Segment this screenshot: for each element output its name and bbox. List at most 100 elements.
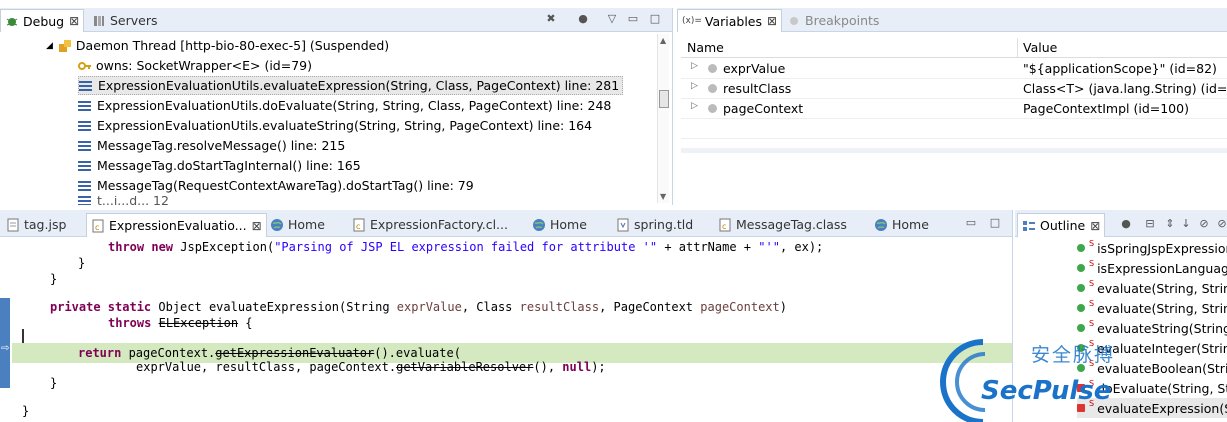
debug-scrollbar[interactable]: ▲ ▼: [657, 34, 669, 203]
expand-icon[interactable]: ▷: [691, 61, 698, 71]
variable-row[interactable]: ▷ exprValue "${applicationScope}" (id=82…: [681, 59, 1227, 79]
tab-outline[interactable]: Outline ⊠: [1017, 213, 1106, 237]
tab-message-tag[interactable]: c MessageTag.class: [714, 213, 851, 236]
outline-item-label: evaluate(String, String: [1097, 280, 1227, 296]
maximize-icon[interactable]: □: [648, 13, 662, 25]
stack-frame-label: ExpressionEvaluationUtils.evaluateString…: [97, 118, 593, 133]
secpulse-watermark: 安全脉搏 SecPulse: [935, 338, 1135, 422]
debug-bug-icon: [5, 14, 19, 28]
close-icon[interactable]: ⊠: [69, 14, 79, 28]
code-text: + attrName +: [657, 240, 759, 254]
jsp-file-icon: [6, 218, 20, 232]
view-dropdown-icon[interactable]: ▽: [605, 13, 619, 25]
stack-frame[interactable]: ExpressionEvaluationUtils.evaluateString…: [78, 116, 592, 135]
link-icon[interactable]: ⇕: [1163, 218, 1177, 230]
code-line: }: [0, 269, 1012, 289]
variable-name: resultClass: [723, 81, 792, 96]
public-method-icon: [1077, 304, 1085, 312]
tab-servers[interactable]: Servers: [88, 9, 162, 32]
stack-frame[interactable]: ExpressionEvaluationUtils.doEvaluate(Str…: [78, 96, 611, 115]
variables-view: (x)= Variables ⊠ Breakpoints Name Value …: [677, 8, 1227, 205]
code-text: , PageContext: [599, 300, 701, 314]
sort-icon[interactable]: ↓: [1179, 218, 1193, 230]
maximize-icon[interactable]: □: [988, 217, 1002, 229]
variables-detail-divider[interactable]: [681, 148, 1227, 153]
remove-terminated-icon[interactable]: ✖: [544, 13, 558, 25]
code-deprecated: ELException: [158, 316, 239, 330]
tab-expression-factory[interactable]: c ExpressionFactory.cl...: [348, 213, 512, 236]
outline-item[interactable]: Sevaluate(String, String: [1077, 278, 1227, 298]
variable-value: PageContextImpl (id=100): [1023, 101, 1189, 116]
tab-servers-label: Servers: [110, 13, 158, 28]
expand-icon[interactable]: ▷: [691, 101, 698, 111]
variables-header: Name Value: [681, 38, 1227, 58]
expand-icon[interactable]: ◢: [46, 41, 53, 51]
code-text: }: [22, 404, 30, 418]
minimize-icon[interactable]: ▭: [964, 217, 978, 229]
minimize-icon[interactable]: ▭: [626, 13, 640, 25]
stack-frame-partial[interactable]: t...i...d... 12: [78, 196, 169, 205]
stack-frame[interactable]: MessageTag.resolveMessage() line: 215: [78, 136, 345, 155]
owns-row[interactable]: owns: SocketWrapper<E> (id=79): [78, 56, 312, 75]
tab-tag-jsp[interactable]: tag.jsp: [2, 213, 70, 236]
public-method-icon: [1077, 284, 1085, 292]
tab-home[interactable]: Home: [266, 213, 329, 236]
close-icon[interactable]: ⊠: [1090, 219, 1100, 233]
outline-item-label: evaluateString(String,: [1097, 320, 1227, 336]
code-text: Object evaluateExpression(String: [151, 300, 397, 314]
svg-text:c: c: [356, 222, 360, 231]
outline-item[interactable]: SisExpressionLanguage: [1077, 258, 1227, 278]
thread-label: Daemon Thread [http-bio-80-exec-5] (Susp…: [75, 38, 390, 53]
servers-icon: [92, 14, 106, 28]
code-text: , ex);: [779, 240, 824, 254]
view-menu-icon[interactable]: ●: [1119, 218, 1133, 230]
tab-variables[interactable]: (x)= Variables ⊠: [677, 9, 783, 32]
close-icon[interactable]: ⊠: [767, 14, 777, 28]
variables-tabbar: (x)= Variables ⊠ Breakpoints: [677, 8, 1227, 32]
stack-frame[interactable]: ExpressionEvaluationUtils.evaluateExpres…: [78, 76, 624, 95]
expand-icon[interactable]: ▷: [691, 81, 698, 91]
tab-label: spring.tld: [634, 217, 694, 232]
tab-home[interactable]: Home: [870, 213, 933, 236]
watermark-cn: 安全脉搏: [1031, 344, 1116, 366]
variable-value: "${applicationScope}" (id=82): [1023, 61, 1217, 76]
scroll-thumb[interactable]: [659, 90, 669, 108]
outline-item[interactable]: SevaluateString(String,: [1077, 318, 1227, 338]
collapse-all-icon[interactable]: ⊟: [1143, 218, 1157, 230]
column-value[interactable]: Value: [1023, 40, 1057, 55]
variable-row[interactable]: ▷ resultClass Class<T> (java.lang.String…: [681, 79, 1227, 99]
globe-icon: [874, 218, 888, 232]
public-method-icon: [1077, 264, 1085, 272]
stack-frame-label: MessageTag(RequestContextAwareTag).doSta…: [97, 178, 474, 193]
hide-static-icon[interactable]: ⊘: [1215, 218, 1227, 230]
tab-home[interactable]: Home: [528, 213, 591, 236]
scroll-up-icon[interactable]: ▲: [660, 36, 666, 45]
debug-tabbar: Debug ⊠ Servers ✖ ● ▽ ▭ □: [0, 8, 672, 32]
hide-fields-icon[interactable]: ⊘: [1197, 218, 1211, 230]
tab-expression-evaluation-utils[interactable]: c ExpressionEvaluatio... ⊠: [86, 213, 267, 237]
stack-frame[interactable]: MessageTag.doStartTagInternal() line: 16…: [78, 156, 361, 175]
tab-spring-tld[interactable]: spring.tld: [612, 213, 697, 236]
thread-row[interactable]: ◢ Daemon Thread [http-bio-80-exec-5] (Su…: [46, 36, 389, 55]
outline-item-label: isSpringJspExpression: [1097, 240, 1227, 256]
stack-frame-icon: [78, 160, 91, 171]
owns-label: owns: SocketWrapper<E> (id=79): [96, 58, 312, 73]
column-divider[interactable]: [1017, 38, 1018, 57]
static-marker-icon: S: [1089, 298, 1095, 308]
variable-row[interactable]: ▷ pageContext PageContextImpl (id=100): [681, 99, 1227, 119]
svg-text:c: c: [722, 222, 726, 231]
code-deprecated: getVariableResolver: [396, 360, 534, 374]
outline-item[interactable]: Sevaluate(String, String: [1077, 298, 1227, 318]
code-area[interactable]: throw new JspException("Parsing of JSP E…: [0, 238, 1012, 422]
code-keyword: throws: [108, 316, 152, 330]
outline-item[interactable]: SisSpringJspExpression: [1077, 238, 1227, 258]
scroll-down-icon[interactable]: ▼: [660, 192, 666, 201]
tab-breakpoints[interactable]: Breakpoints: [783, 9, 883, 32]
close-icon[interactable]: ⊠: [252, 219, 262, 233]
tab-debug[interactable]: Debug ⊠: [0, 9, 85, 32]
stack-frame[interactable]: MessageTag(RequestContextAwareTag).doSta…: [78, 176, 474, 195]
view-menu-icon[interactable]: ●: [576, 13, 590, 25]
code-text: }: [78, 256, 86, 270]
code-line: }: [0, 373, 1012, 393]
column-name[interactable]: Name: [687, 40, 724, 55]
